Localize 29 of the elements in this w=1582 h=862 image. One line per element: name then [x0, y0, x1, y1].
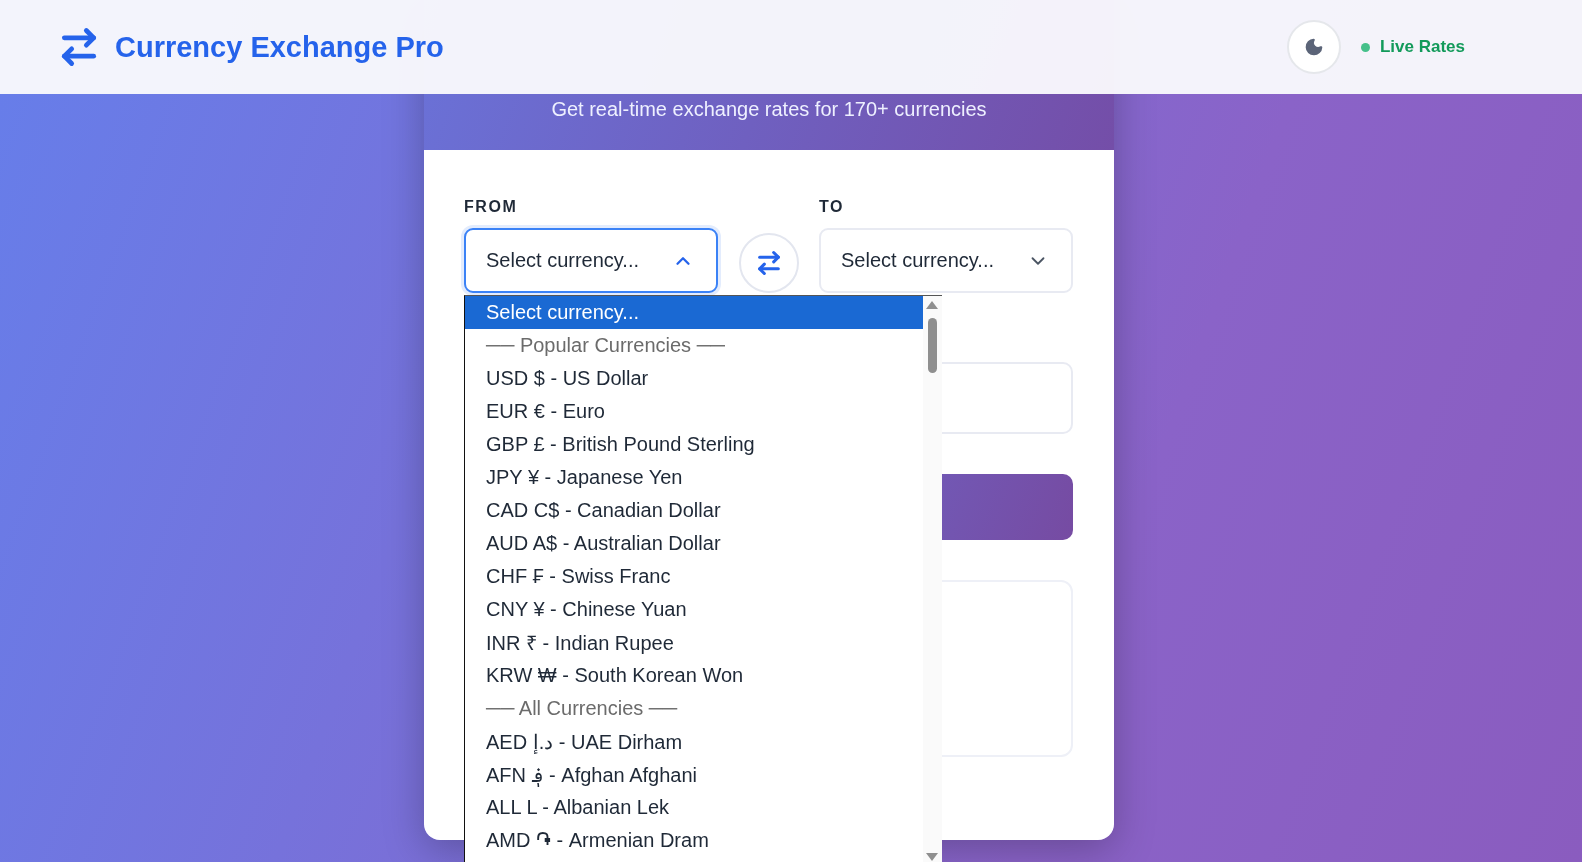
currency-option[interactable]: AED د.إ - UAE Dirham [465, 725, 923, 758]
moon-icon [1303, 37, 1324, 57]
currency-option[interactable]: ALL L - Albanian Lek [465, 791, 923, 824]
currency-option[interactable]: EUR € - Euro [465, 395, 923, 428]
currency-option[interactable]: KRW ₩ - South Korean Won [465, 659, 923, 692]
currency-option[interactable]: AUD A$ - Australian Dollar [465, 527, 923, 560]
currency-option[interactable]: USD $ - US Dollar [465, 362, 923, 395]
from-label: FROM [464, 198, 519, 216]
scrollbar-thumb[interactable] [928, 318, 937, 373]
currency-option[interactable]: AMD ֏ - Armenian Dram [465, 824, 923, 857]
currency-option[interactable]: INR ₹ - Indian Rupee [465, 626, 923, 659]
option-group-label: ── Popular Currencies ── [485, 333, 726, 358]
live-rates-label: Live Rates [1379, 37, 1465, 57]
currency-option[interactable]: GBP £ - British Pound Sterling [465, 428, 923, 461]
app-title: Currency Exchange Pro [115, 30, 444, 64]
currency-option[interactable]: CNY ¥ - Chinese Yuan [465, 593, 923, 626]
currency-option[interactable]: Select currency... [465, 296, 923, 329]
to-currency-select[interactable]: Select currency... [819, 228, 1073, 293]
scroll-down-icon [926, 853, 938, 861]
status-dot [1360, 42, 1370, 52]
currency-option[interactable]: CAD C$ - Canadian Dollar [465, 494, 923, 527]
to-label: TO [819, 198, 846, 216]
option-group-label: ── All Currencies ── [485, 696, 679, 721]
currency-option[interactable]: AFN ؋ - Afghan Afghani [465, 758, 923, 791]
hero-subtitle: Get real-time exchange rates for 170+ currencies [550, 97, 988, 122]
scroll-up-icon [926, 301, 938, 309]
from-currency-select[interactable]: Select currency... [464, 228, 718, 293]
currency-option[interactable]: CHF ₣ - Swiss Franc [465, 560, 923, 593]
currency-option[interactable]: JPY ¥ - Japanese Yen [465, 461, 923, 494]
